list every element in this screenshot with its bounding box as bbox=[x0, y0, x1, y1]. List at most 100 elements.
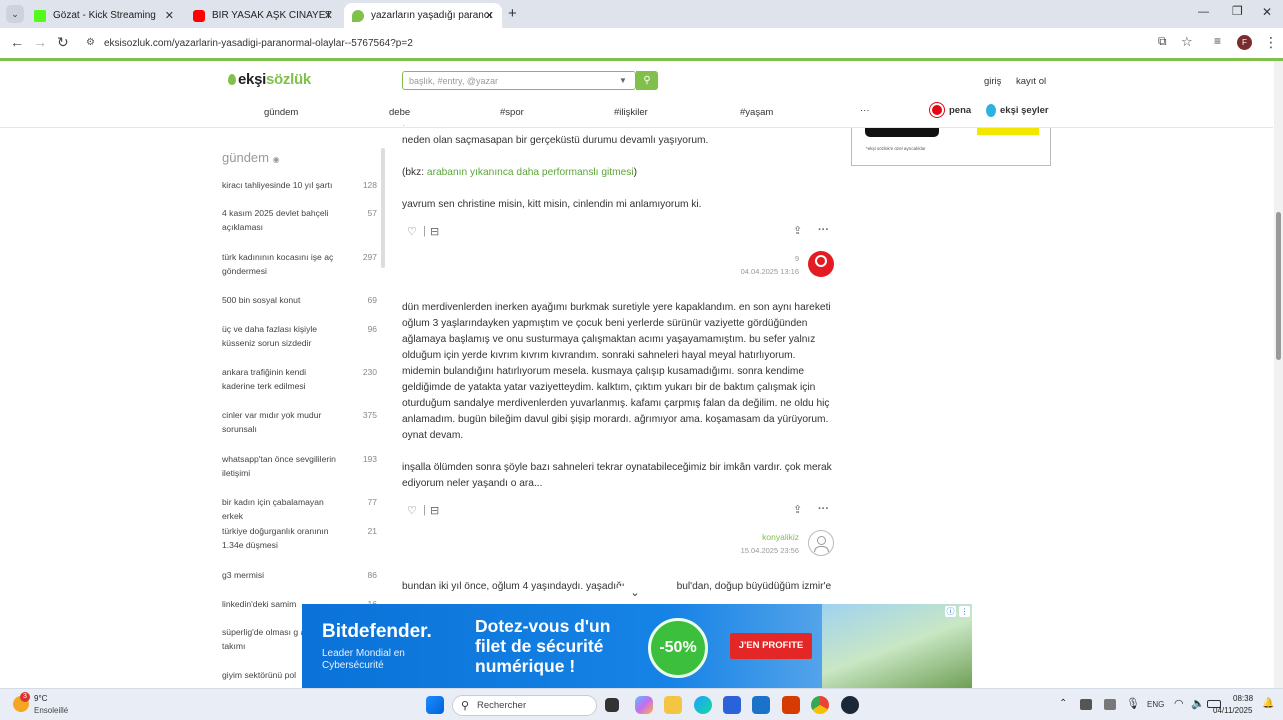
more-options-icon[interactable]: ··· bbox=[818, 224, 829, 236]
favorite-heart-icon[interactable]: ♡ bbox=[407, 225, 417, 238]
author-link[interactable]: konyalikiz bbox=[679, 532, 799, 542]
ad-collapse-button[interactable]: ⌄ bbox=[617, 586, 653, 604]
menu-kebab-icon[interactable]: ⋮ bbox=[1264, 34, 1278, 51]
sidebar-item-count: 69 bbox=[367, 295, 377, 305]
nav-spor[interactable]: #spor bbox=[500, 107, 524, 118]
steam-icon[interactable] bbox=[841, 696, 859, 714]
sidebar-item[interactable]: kiracı tahliyesinde 10 yıl şartı 128 bbox=[222, 178, 377, 192]
site-logo[interactable]: ekşisözlük bbox=[228, 71, 311, 88]
refresh-icon[interactable]: ◉ bbox=[273, 155, 280, 164]
minimize-icon[interactable]: — bbox=[1198, 6, 1209, 18]
install-app-icon[interactable]: ⧉ bbox=[1158, 34, 1167, 49]
kick-favicon-icon bbox=[34, 9, 46, 22]
wifi-icon[interactable]: ◠ bbox=[1174, 697, 1184, 710]
chrome-icon[interactable] bbox=[811, 696, 829, 714]
sidebar-item[interactable]: üç ve daha fazlası kişiyle küsseniz soru… bbox=[222, 322, 377, 350]
register-link[interactable]: kayıt ol bbox=[1016, 76, 1046, 87]
nav-iliskiler[interactable]: #ilişkiler bbox=[614, 107, 648, 118]
volume-icon[interactable]: 🔈 bbox=[1191, 697, 1205, 710]
share-icon[interactable]: ⇪ bbox=[793, 503, 802, 516]
tab-youtube[interactable]: BİR YASAK AŞK CİNAYETİ | Sav ✕ bbox=[185, 3, 341, 28]
reading-list-icon[interactable]: ≡ bbox=[1214, 34, 1221, 48]
edge-icon[interactable] bbox=[694, 696, 712, 714]
bookmark-star-icon[interactable]: ☆ bbox=[1181, 34, 1193, 50]
bkz-link[interactable]: arabanın yıkanınca daha performanslı git… bbox=[427, 167, 634, 178]
tab-kick[interactable]: Gözat - Kick Streaming ✕ bbox=[26, 3, 182, 28]
more-options-icon[interactable]: ··· bbox=[818, 503, 829, 515]
page-scrollbar[interactable] bbox=[1274, 61, 1283, 688]
vote-down-icon[interactable]: ⊟ bbox=[430, 225, 439, 238]
eksi-seyler-icon bbox=[986, 104, 996, 117]
clock-time[interactable]: 08:38 bbox=[1233, 694, 1253, 703]
clock-date[interactable]: 04/11/2025 bbox=[1213, 706, 1252, 715]
avatar[interactable] bbox=[808, 530, 834, 556]
office-icon[interactable] bbox=[782, 696, 800, 714]
windows-start-icon[interactable] bbox=[426, 696, 444, 714]
sidebar-item-count: 230 bbox=[362, 367, 377, 377]
sidebar-ad-box[interactable]: *ekşi sözlük'e özel ayrıcalıklar bbox=[851, 128, 1051, 166]
close-tab-icon[interactable]: ✕ bbox=[324, 9, 333, 22]
taskbar-search[interactable]: ⚲ Rechercher bbox=[452, 695, 597, 716]
entry-line: neden olan saçmasapan bir gerçeküstü dur… bbox=[402, 135, 709, 146]
vote-down-icon[interactable]: ⊟ bbox=[430, 504, 439, 517]
search-input[interactable]: başlık, #entry, @yazar bbox=[402, 71, 636, 90]
nav-eksi-seyler[interactable]: ekşi şeyler bbox=[1000, 105, 1049, 116]
sidebar-item[interactable]: cinler var mıdır yok mudur sorunsalı 375 bbox=[222, 408, 377, 436]
maximize-icon[interactable]: ❐ bbox=[1232, 4, 1243, 18]
sidebar-item[interactable]: g3 mermisi 86 bbox=[222, 568, 377, 582]
url-bar[interactable]: ⚙ eksisozluk.com/yazarlarin-yasadigi-par… bbox=[80, 32, 1148, 54]
store-icon[interactable] bbox=[723, 696, 741, 714]
nav-debe[interactable]: debe bbox=[389, 107, 410, 118]
entry-date[interactable]: 04.04.2025 13:16 bbox=[679, 267, 799, 276]
notification-icon[interactable]: 🔔 bbox=[1262, 698, 1274, 709]
site-info-icon[interactable]: ⚙ bbox=[86, 37, 95, 48]
login-link[interactable]: giriş bbox=[984, 76, 1001, 87]
avatar[interactable] bbox=[808, 251, 834, 277]
nav-yasam[interactable]: #yaşam bbox=[740, 107, 773, 118]
user-body bbox=[814, 546, 829, 552]
ad-black-bar bbox=[865, 128, 939, 137]
tray-icon-a[interactable] bbox=[1080, 699, 1092, 710]
nav-pena[interactable]: pena bbox=[949, 105, 971, 116]
copilot-icon[interactable] bbox=[635, 696, 653, 714]
sidebar-item[interactable]: whatsapp'tan önce sevgililerin iletişimi… bbox=[222, 452, 377, 480]
forward-icon[interactable]: → bbox=[33, 34, 47, 50]
sidebar-item[interactable]: ankara trafiğinin kendi kaderine terk ed… bbox=[222, 365, 377, 393]
tab-eksisozluk[interactable]: yazarların yaşadığı paranormal ✕ bbox=[344, 3, 502, 28]
sidebar-item[interactable]: 500 bin sosyal konut 69 bbox=[222, 293, 377, 307]
profile-avatar[interactable]: F bbox=[1237, 35, 1252, 50]
favorite-heart-icon[interactable]: ♡ bbox=[407, 504, 417, 517]
sidebar-item[interactable]: türkiye doğurganlık oranının 1.34e düşme… bbox=[222, 524, 377, 552]
search-button[interactable]: ⚲ bbox=[636, 71, 658, 90]
sidebar-item[interactable]: türk kadınının kocasını işe aç göndermes… bbox=[222, 250, 377, 278]
file-explorer-icon[interactable] bbox=[664, 696, 682, 714]
microphone-icon[interactable]: 🎙 bbox=[1126, 697, 1140, 710]
search-dropdown-icon[interactable]: ▼ bbox=[619, 76, 627, 85]
close-window-icon[interactable]: ✕ bbox=[1262, 5, 1272, 19]
ad-yellow-logo bbox=[977, 128, 1039, 135]
user-icon bbox=[817, 536, 826, 545]
tray-expand-icon[interactable]: ⌃ bbox=[1059, 698, 1067, 709]
tab-search-icon[interactable]: ⌄ bbox=[6, 5, 24, 23]
ad-cta-button[interactable]: J'EN PROFITE bbox=[730, 633, 812, 659]
entry-date[interactable]: 15.04.2025 23:56 bbox=[679, 546, 799, 555]
close-tab-icon[interactable]: ✕ bbox=[165, 9, 174, 22]
back-icon[interactable]: ← bbox=[10, 34, 24, 50]
outlook-icon[interactable] bbox=[752, 696, 770, 714]
task-view-icon[interactable] bbox=[605, 698, 619, 712]
sidebar-item[interactable]: 4 kasım 2025 devlet bahçeli açıklaması 57 bbox=[222, 206, 377, 234]
close-tab-icon[interactable]: ✕ bbox=[485, 9, 494, 22]
new-tab-button[interactable]: + bbox=[508, 5, 517, 22]
reload-icon[interactable]: ↻ bbox=[57, 34, 69, 51]
sidebar-item[interactable]: bir kadın için çabalamayan erkek 77 bbox=[222, 495, 377, 523]
nav-more[interactable]: ··· bbox=[860, 105, 870, 116]
language-indicator[interactable]: ENG bbox=[1147, 700, 1164, 709]
ad-info-icon[interactable]: ⓘ bbox=[945, 606, 956, 617]
nav-gundem[interactable]: gündem bbox=[264, 107, 298, 118]
share-icon[interactable]: ⇪ bbox=[793, 224, 802, 237]
tray-icon-b[interactable] bbox=[1104, 699, 1116, 710]
bottom-ad-banner[interactable]: Bitdefender. Leader Mondial en Cybersécu… bbox=[302, 604, 972, 688]
sidebar-scrollbar[interactable] bbox=[381, 148, 385, 268]
page-scrollbar-thumb[interactable] bbox=[1276, 212, 1281, 360]
ad-close-icon[interactable]: ⋮ bbox=[959, 606, 970, 617]
